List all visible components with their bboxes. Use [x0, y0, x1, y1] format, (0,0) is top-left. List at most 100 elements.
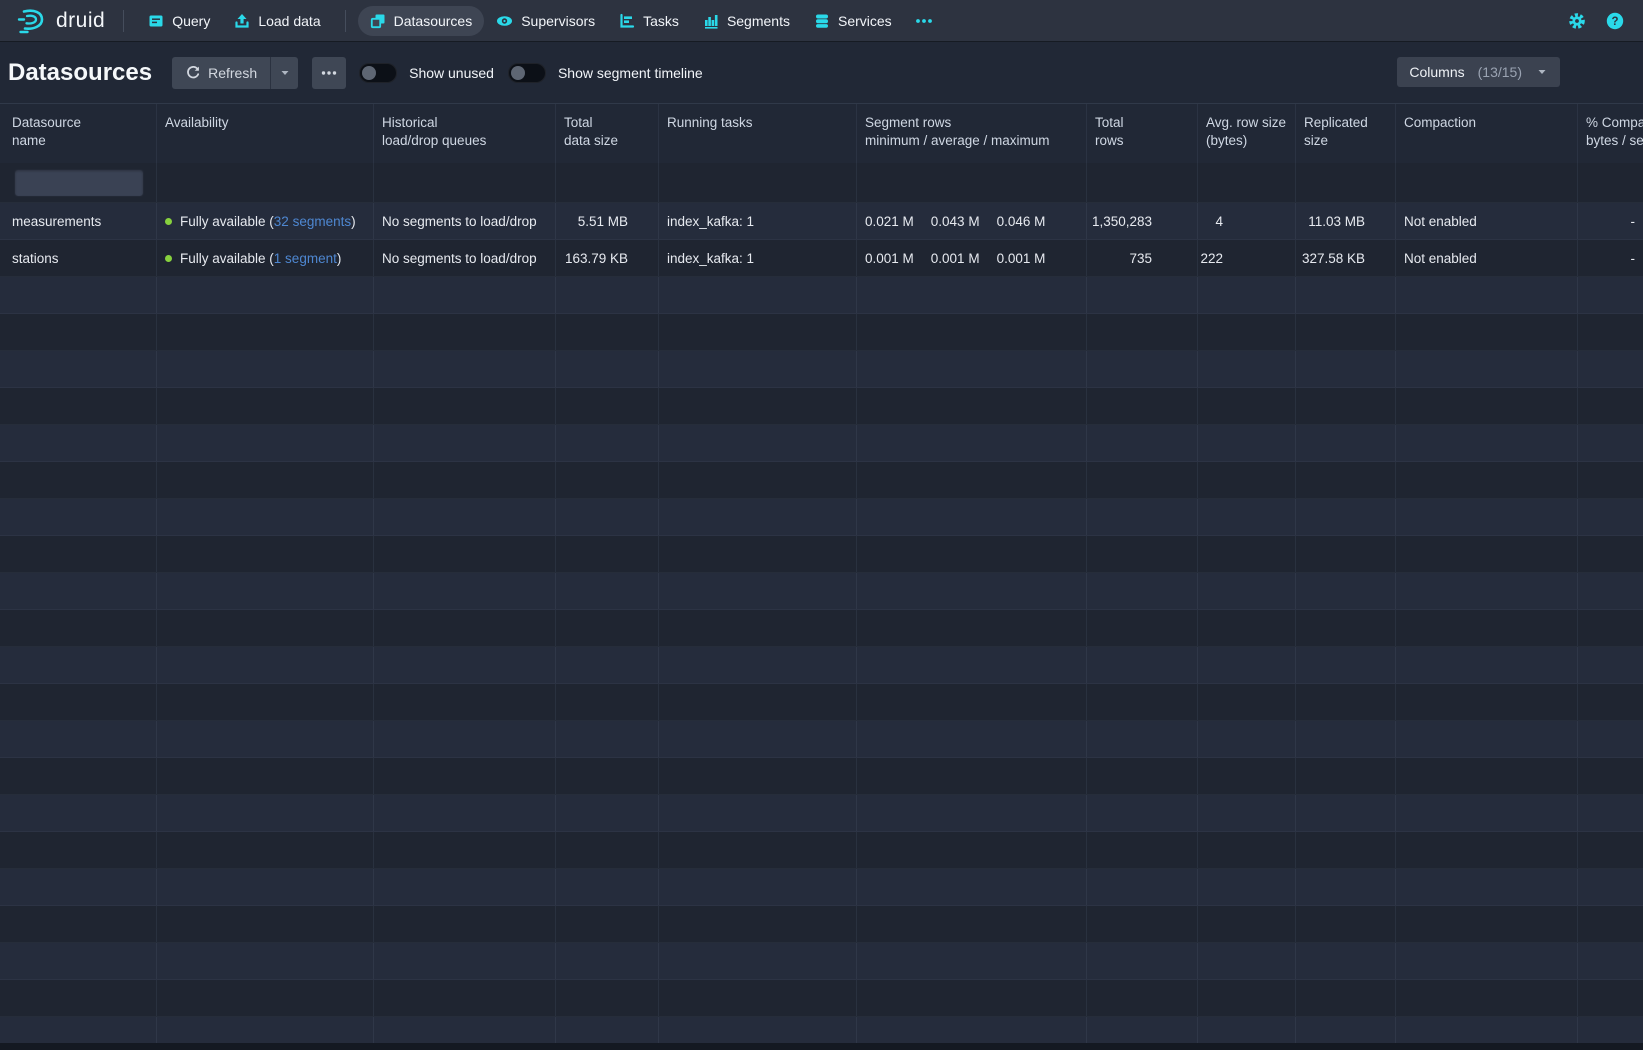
cell-availability	[157, 832, 374, 868]
cell-running-tasks	[659, 684, 857, 720]
cell-running-tasks	[659, 869, 857, 905]
cell-total-data-size	[556, 499, 659, 535]
svg-text:?: ?	[1611, 16, 1618, 28]
cell-compaction	[1396, 647, 1578, 683]
nav-item-segments[interactable]: Segments	[691, 6, 802, 36]
cell-load-drop	[374, 943, 556, 979]
header-segment-rows[interactable]: Segment rowsminimum / average / maximum	[857, 104, 1087, 163]
header-availability[interactable]: Availability	[157, 104, 374, 163]
cell-running-tasks	[659, 943, 857, 979]
nav-item-datasources[interactable]: Datasources	[358, 6, 485, 36]
header-avg-row-size[interactable]: Avg. row size(bytes)	[1198, 104, 1296, 163]
header-total-data-size[interactable]: Totaldata size	[556, 104, 659, 163]
cell-name	[0, 314, 157, 350]
cell-avg-row-size	[1198, 536, 1296, 572]
refresh-caret-button[interactable]	[270, 57, 298, 89]
cell-total-data-size	[556, 647, 659, 683]
header-percent-compacted[interactable]: % Compabytes / se	[1578, 104, 1643, 163]
segments-link[interactable]: 32 segments	[274, 214, 351, 229]
header-replicated-size[interactable]: Replicatedsize	[1296, 104, 1396, 163]
cell-compaction	[1396, 499, 1578, 535]
segments-link[interactable]: 1 segment	[274, 251, 337, 266]
cell-avg-row-size	[1198, 351, 1296, 387]
horizontal-scrollbar-track[interactable]	[0, 1043, 1643, 1050]
empty-table-row	[0, 462, 1643, 499]
columns-label: Columns	[1409, 64, 1464, 80]
druid-logo[interactable]: druid	[10, 7, 111, 34]
cell-name	[0, 795, 157, 831]
table-row[interactable]: stationsFully available (1 segment)No se…	[0, 240, 1643, 277]
nav-item-query[interactable]: Query	[136, 6, 222, 36]
cell-compaction	[1396, 943, 1578, 979]
cell-total-rows	[1087, 758, 1198, 794]
cell-compaction	[1396, 758, 1578, 794]
nav-item-services[interactable]: Services	[802, 6, 904, 36]
cell-running-tasks: index_kafka: 1	[659, 240, 857, 276]
cell-segment-rows	[857, 684, 1087, 720]
filter-cell	[1396, 163, 1578, 202]
show-unused-toggle[interactable]	[359, 63, 397, 83]
datasource-filter-input[interactable]	[14, 169, 144, 197]
cell-avg-row-size	[1198, 869, 1296, 905]
cell-name	[0, 573, 157, 609]
more-actions-button[interactable]	[312, 57, 346, 89]
cell-availability	[157, 647, 374, 683]
cell-total-rows	[1087, 869, 1198, 905]
cell-load-drop	[374, 388, 556, 424]
refresh-button[interactable]: Refresh	[172, 57, 270, 89]
columns-button[interactable]: Columns (13/15)	[1397, 57, 1560, 87]
show-segment-timeline-toggle[interactable]	[508, 63, 546, 83]
show-unused-label: Show unused	[409, 65, 494, 81]
available-dot	[165, 255, 172, 262]
navbar-divider	[123, 10, 124, 32]
cell-name	[0, 425, 157, 461]
nav-more-button[interactable]	[904, 6, 944, 36]
cell-availability	[157, 388, 374, 424]
filter-cell	[1578, 163, 1643, 202]
nav-item-load-data[interactable]: Load data	[222, 6, 332, 36]
database-icon	[814, 13, 830, 29]
cell-availability: Fully available (32 segments)	[157, 203, 374, 239]
header-compaction[interactable]: Compaction	[1396, 104, 1578, 163]
table-row[interactable]: measurementsFully available (32 segments…	[0, 203, 1643, 240]
help-icon[interactable]: ?	[1605, 11, 1625, 31]
cell-compaction	[1396, 721, 1578, 757]
chevron-down-icon	[1536, 66, 1548, 78]
header-name[interactable]: Datasourcename	[0, 104, 157, 163]
cell-load-drop	[374, 351, 556, 387]
nav-label: Datasources	[394, 13, 473, 29]
cell-segment-rows	[857, 906, 1087, 942]
cell-percent-compacted	[1578, 499, 1643, 535]
nav-item-supervisors[interactable]: Supervisors	[484, 6, 607, 36]
cell-total-data-size	[556, 721, 659, 757]
cell-availability	[157, 536, 374, 572]
cell-load-drop	[374, 906, 556, 942]
cell-segment-rows	[857, 351, 1087, 387]
gear-icon[interactable]	[1567, 11, 1587, 31]
table-header-row: DatasourcenameAvailabilityHistoricalload…	[0, 103, 1643, 163]
cell-avg-row-size: 4	[1198, 203, 1296, 239]
empty-table-row	[0, 906, 1643, 943]
cell-running-tasks	[659, 573, 857, 609]
cell-replicated-size	[1296, 277, 1396, 313]
cell-segment-rows	[857, 388, 1087, 424]
cell-compaction	[1396, 536, 1578, 572]
cell-segment-rows	[857, 647, 1087, 683]
cell-running-tasks	[659, 906, 857, 942]
ellipsis-icon	[321, 70, 337, 76]
cell-segment-rows: 0.021 M0.043 M0.046 M	[857, 203, 1087, 239]
header-running-tasks[interactable]: Running tasks	[659, 104, 857, 163]
cell-avg-row-size	[1198, 388, 1296, 424]
cell-running-tasks	[659, 388, 857, 424]
nav-item-tasks[interactable]: Tasks	[607, 6, 691, 36]
filter-cell	[1087, 163, 1198, 202]
cell-avg-row-size	[1198, 425, 1296, 461]
segment-rows-value: 0.043 M	[931, 214, 980, 229]
logo-wordmark: druid	[56, 9, 105, 33]
header-total-rows[interactable]: Totalrows	[1087, 104, 1198, 163]
cell-availability	[157, 906, 374, 942]
columns-count: (13/15)	[1478, 64, 1522, 80]
header-load-drop[interactable]: Historicalload/drop queues	[374, 104, 556, 163]
cell-avg-row-size	[1198, 943, 1296, 979]
cell-availability	[157, 721, 374, 757]
